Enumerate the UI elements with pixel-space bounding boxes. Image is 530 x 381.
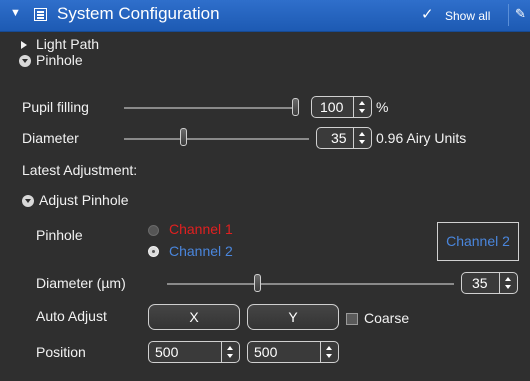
tree-item-pinhole[interactable]: Pinhole	[19, 52, 83, 68]
tree-item-label: Adjust Pinhole	[39, 192, 129, 208]
expand-arrow-icon[interactable]	[21, 41, 27, 50]
position-x-value[interactable]: 500	[155, 344, 178, 360]
collapse-circle-icon[interactable]	[22, 195, 34, 208]
collapse-chevron-icon[interactable]: ▼	[10, 7, 21, 19]
selected-channel-display: Channel 2	[437, 222, 519, 261]
channel-1-label[interactable]: Channel 1	[169, 221, 233, 237]
channel-2-label[interactable]: Channel 2	[169, 243, 233, 259]
tree-item-adjust-pinhole[interactable]: Adjust Pinhole	[22, 192, 129, 208]
system-configuration-panel: ▼ System Configuration ✓ Show all ✎ Ligh…	[0, 0, 530, 381]
position-x-spinbox[interactable]: 500	[148, 341, 240, 363]
spin-arrows-icon[interactable]	[499, 273, 517, 293]
coarse-checkbox[interactable]	[346, 313, 358, 325]
diameter-um-value[interactable]: 35	[472, 275, 488, 291]
header-divider	[508, 4, 509, 26]
pinhole-label: Pinhole	[36, 227, 83, 243]
auto-adjust-label: Auto Adjust	[36, 308, 107, 324]
diameter-um-label: Diameter (µm)	[36, 275, 126, 291]
tree-item-light-path[interactable]: Light Path	[21, 36, 99, 52]
spin-arrows-icon[interactable]	[221, 342, 239, 362]
panel-header[interactable]: ▼ System Configuration ✓ Show all ✎	[0, 0, 530, 32]
pupil-filling-slider-thumb[interactable]	[292, 98, 299, 116]
pupil-filling-unit: %	[376, 99, 389, 115]
diameter-label: Diameter	[22, 130, 79, 146]
channel-2-radio[interactable]	[148, 246, 159, 257]
diameter-value[interactable]: 35	[331, 130, 347, 146]
panel-title: System Configuration	[57, 4, 220, 23]
coarse-label: Coarse	[364, 310, 410, 326]
auto-adjust-y-button[interactable]: Y	[247, 304, 339, 330]
configuration-icon	[34, 8, 47, 21]
diameter-slider-track[interactable]	[124, 138, 309, 140]
diameter-um-slider-track[interactable]	[167, 283, 454, 285]
diameter-um-spinbox[interactable]: 35	[461, 272, 518, 294]
pupil-filling-label: Pupil filling	[22, 99, 89, 115]
spin-arrows-icon[interactable]	[353, 128, 371, 148]
show-all-toggle[interactable]: Show all	[445, 9, 490, 23]
edit-icon[interactable]: ✎	[515, 6, 526, 22]
position-y-spinbox[interactable]: 500	[247, 341, 339, 363]
tree-item-label: Light Path	[36, 36, 100, 52]
auto-adjust-x-button[interactable]: X	[148, 304, 240, 330]
tree-item-label: Pinhole	[36, 52, 83, 68]
diameter-slider-thumb[interactable]	[180, 128, 187, 146]
latest-adjustment-label: Latest Adjustment:	[22, 162, 138, 178]
position-y-value[interactable]: 500	[254, 344, 277, 360]
diameter-um-slider-thumb[interactable]	[254, 274, 261, 292]
spin-arrows-icon[interactable]	[320, 342, 338, 362]
pupil-filling-spinbox[interactable]: 100	[311, 96, 372, 118]
checkmark-icon[interactable]: ✓	[421, 5, 434, 23]
diameter-unit: 0.96 Airy Units	[376, 130, 467, 146]
spin-arrows-icon[interactable]	[353, 97, 371, 117]
pupil-filling-slider-track[interactable]	[124, 107, 299, 109]
channel-1-radio[interactable]	[148, 225, 159, 236]
diameter-spinbox[interactable]: 35	[316, 127, 372, 149]
collapse-circle-icon[interactable]	[19, 55, 31, 68]
position-label: Position	[36, 344, 86, 360]
pupil-filling-value[interactable]: 100	[320, 99, 343, 115]
